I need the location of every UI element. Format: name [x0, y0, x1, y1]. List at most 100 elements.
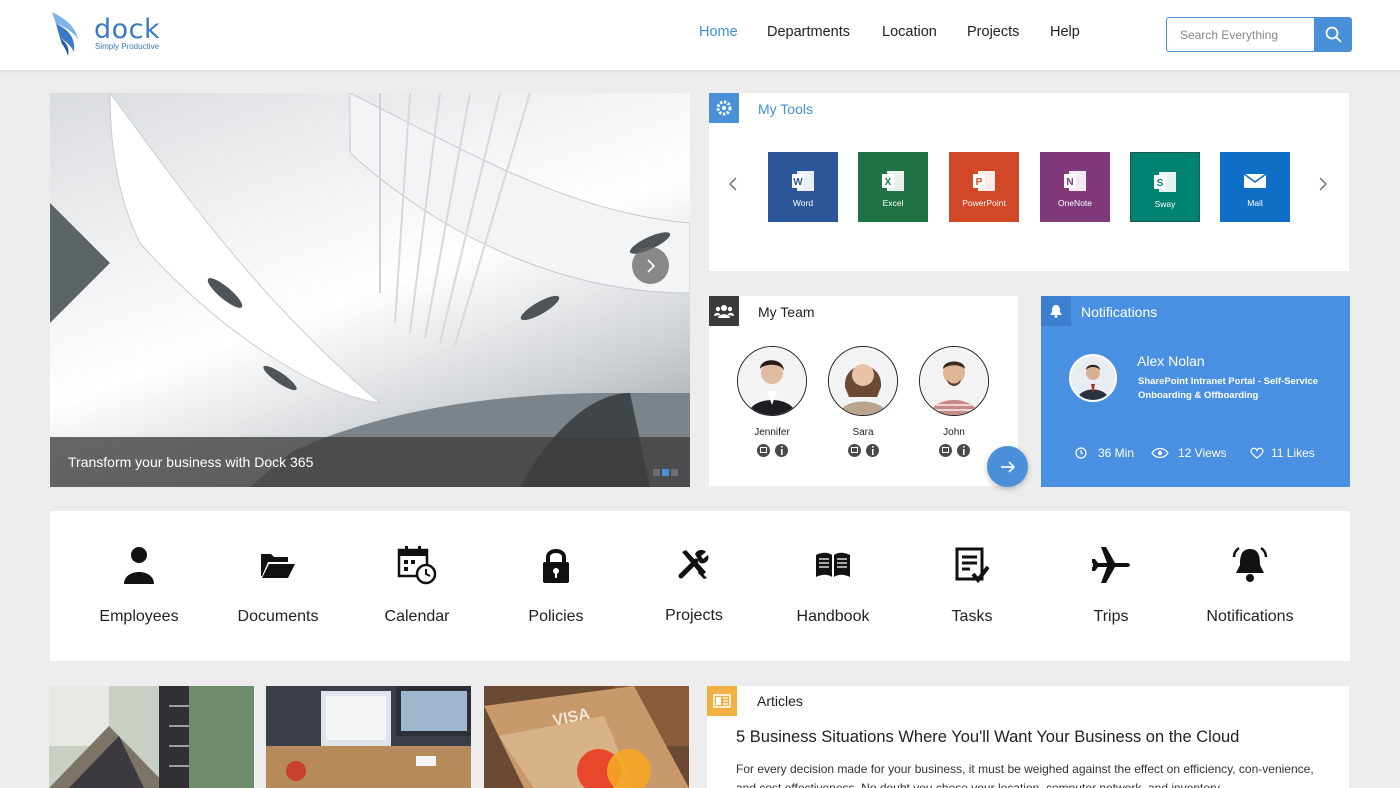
- arrow-right-icon: [1000, 460, 1015, 473]
- mail-icon: [1243, 173, 1267, 188]
- my-team-panel: My Team Jennifer Sara John: [709, 296, 1028, 487]
- lock-icon: [536, 545, 576, 585]
- quick-link-policies[interactable]: Policies: [486, 545, 626, 626]
- news-thumbnail[interactable]: [266, 686, 471, 788]
- quick-link-notifications[interactable]: Notifications: [1180, 545, 1320, 626]
- hero-caption: Transform your business with Dock 365: [68, 454, 314, 470]
- tools-prev-button[interactable]: [728, 177, 738, 196]
- powerpoint-icon: P: [973, 171, 995, 191]
- nav-location[interactable]: Location: [882, 24, 937, 40]
- tools-next-button[interactable]: [1318, 177, 1328, 196]
- notification-time: 36 Min: [1075, 446, 1134, 460]
- tool-label: OneNote: [1057, 198, 1093, 208]
- member-name: Sara: [852, 427, 874, 438]
- search-input[interactable]: [1166, 17, 1315, 52]
- heart-icon: [1250, 447, 1264, 459]
- member-name: John: [943, 427, 965, 438]
- quick-link-label: Trips: [1093, 608, 1129, 625]
- quick-link-label: Policies: [528, 608, 584, 625]
- article-headline[interactable]: 5 Business Situations Where You'll Want …: [736, 728, 1239, 747]
- tool-excel[interactable]: X Excel: [858, 152, 928, 222]
- team-next-button[interactable]: [987, 446, 1028, 487]
- quick-link-label: Projects: [665, 607, 723, 624]
- gear-icon: [709, 93, 739, 123]
- chat-icon[interactable]: [756, 444, 770, 457]
- carousel-dot[interactable]: [653, 469, 660, 476]
- quick-link-handbook[interactable]: Handbook: [763, 545, 903, 626]
- quick-link-label: Tasks: [951, 608, 993, 625]
- hero-next-button[interactable]: [632, 247, 669, 284]
- news-thumbnail[interactable]: [49, 686, 254, 788]
- tool-label: Mail: [1247, 198, 1263, 208]
- likes-label: 11 Likes: [1271, 446, 1315, 460]
- news-thumbnail[interactable]: VISA: [484, 686, 689, 788]
- clock-icon: [1075, 447, 1087, 459]
- chevron-right-icon: [1319, 177, 1327, 191]
- nav-home[interactable]: Home: [699, 24, 738, 40]
- person-icon: [119, 545, 159, 585]
- articles-panel: Articles 5 Business Situations Where You…: [707, 686, 1349, 788]
- chat-icon[interactable]: [938, 444, 952, 457]
- svg-text:X: X: [885, 177, 892, 188]
- nav-help[interactable]: Help: [1050, 24, 1080, 40]
- avatar[interactable]: [1069, 354, 1117, 402]
- calendar-clock-icon: [397, 545, 437, 585]
- nav-projects[interactable]: Projects: [967, 24, 1019, 40]
- notification-subtitle: SharePoint Intranet Portal - Self-Servic…: [1138, 376, 1319, 401]
- notifications-title: Notifications: [1081, 304, 1158, 320]
- team-member[interactable]: John: [918, 346, 990, 457]
- search-button[interactable]: [1314, 17, 1352, 52]
- hero-caption-bar: Transform your business with Dock 365: [50, 437, 690, 487]
- tool-label: Sway: [1154, 199, 1176, 209]
- tool-mail[interactable]: Mail: [1220, 152, 1290, 222]
- onenote-icon: N: [1064, 171, 1086, 191]
- carousel-indicators: [653, 469, 678, 476]
- notification-likes[interactable]: 11 Likes: [1250, 446, 1315, 460]
- tool-label: Excel: [882, 198, 904, 208]
- tool-powerpoint[interactable]: P PowerPoint: [949, 152, 1019, 222]
- team-member[interactable]: Sara: [827, 346, 899, 457]
- carousel-dot[interactable]: [671, 469, 678, 476]
- brand-tagline: Simply Productive: [95, 42, 160, 51]
- newspaper-icon: [707, 686, 737, 716]
- quick-link-label: Employees: [99, 608, 179, 625]
- quick-link-tasks[interactable]: Tasks: [902, 545, 1042, 626]
- quick-link-label: Notifications: [1206, 608, 1294, 625]
- my-team-title: My Team: [758, 304, 815, 320]
- quick-link-calendar[interactable]: Calendar: [347, 545, 487, 626]
- quick-link-label: Handbook: [796, 608, 870, 625]
- quick-link-employees[interactable]: Employees: [69, 545, 209, 626]
- quick-link-projects[interactable]: Projects: [624, 544, 764, 625]
- quick-link-trips[interactable]: Trips: [1041, 545, 1181, 626]
- svg-text:P: P: [976, 177, 983, 188]
- chevron-left-icon: [729, 177, 737, 191]
- quick-links-bar: Employees Documents Calendar Policies Pr…: [50, 511, 1350, 661]
- tool-label: PowerPoint: [962, 198, 1006, 208]
- quick-link-documents[interactable]: Documents: [208, 545, 348, 626]
- info-icon[interactable]: [956, 444, 970, 457]
- tool-onenote[interactable]: N OneNote: [1040, 152, 1110, 222]
- folder-open-icon: [258, 545, 298, 585]
- bell-icon: [1230, 545, 1270, 585]
- brand-name: dock: [94, 14, 161, 45]
- chevron-right-icon: [646, 258, 655, 273]
- tool-word[interactable]: W Word: [768, 152, 838, 222]
- brand-logo[interactable]: dock Simply Productive: [50, 10, 170, 58]
- time-label: 36 Min: [1098, 446, 1135, 460]
- nav-departments[interactable]: Departments: [767, 24, 850, 40]
- my-tools-title: My Tools: [758, 101, 813, 117]
- quick-link-label: Documents: [237, 608, 319, 625]
- notification-author[interactable]: Alex Nolan: [1137, 353, 1205, 369]
- carousel-dot-active[interactable]: [662, 469, 669, 476]
- bell-icon: [1041, 296, 1071, 326]
- hero-carousel: Transform your business with Dock 365: [50, 93, 690, 487]
- info-icon[interactable]: [774, 444, 788, 457]
- member-name: Jennifer: [754, 427, 790, 438]
- chat-icon[interactable]: [847, 444, 861, 457]
- info-icon[interactable]: [865, 444, 879, 457]
- svg-text:S: S: [1157, 178, 1164, 189]
- tool-sway[interactable]: S Sway: [1130, 152, 1200, 222]
- article-excerpt: For every decision made for your busines…: [736, 762, 1314, 788]
- team-member[interactable]: Jennifer: [736, 346, 808, 457]
- hero-image: [50, 93, 690, 487]
